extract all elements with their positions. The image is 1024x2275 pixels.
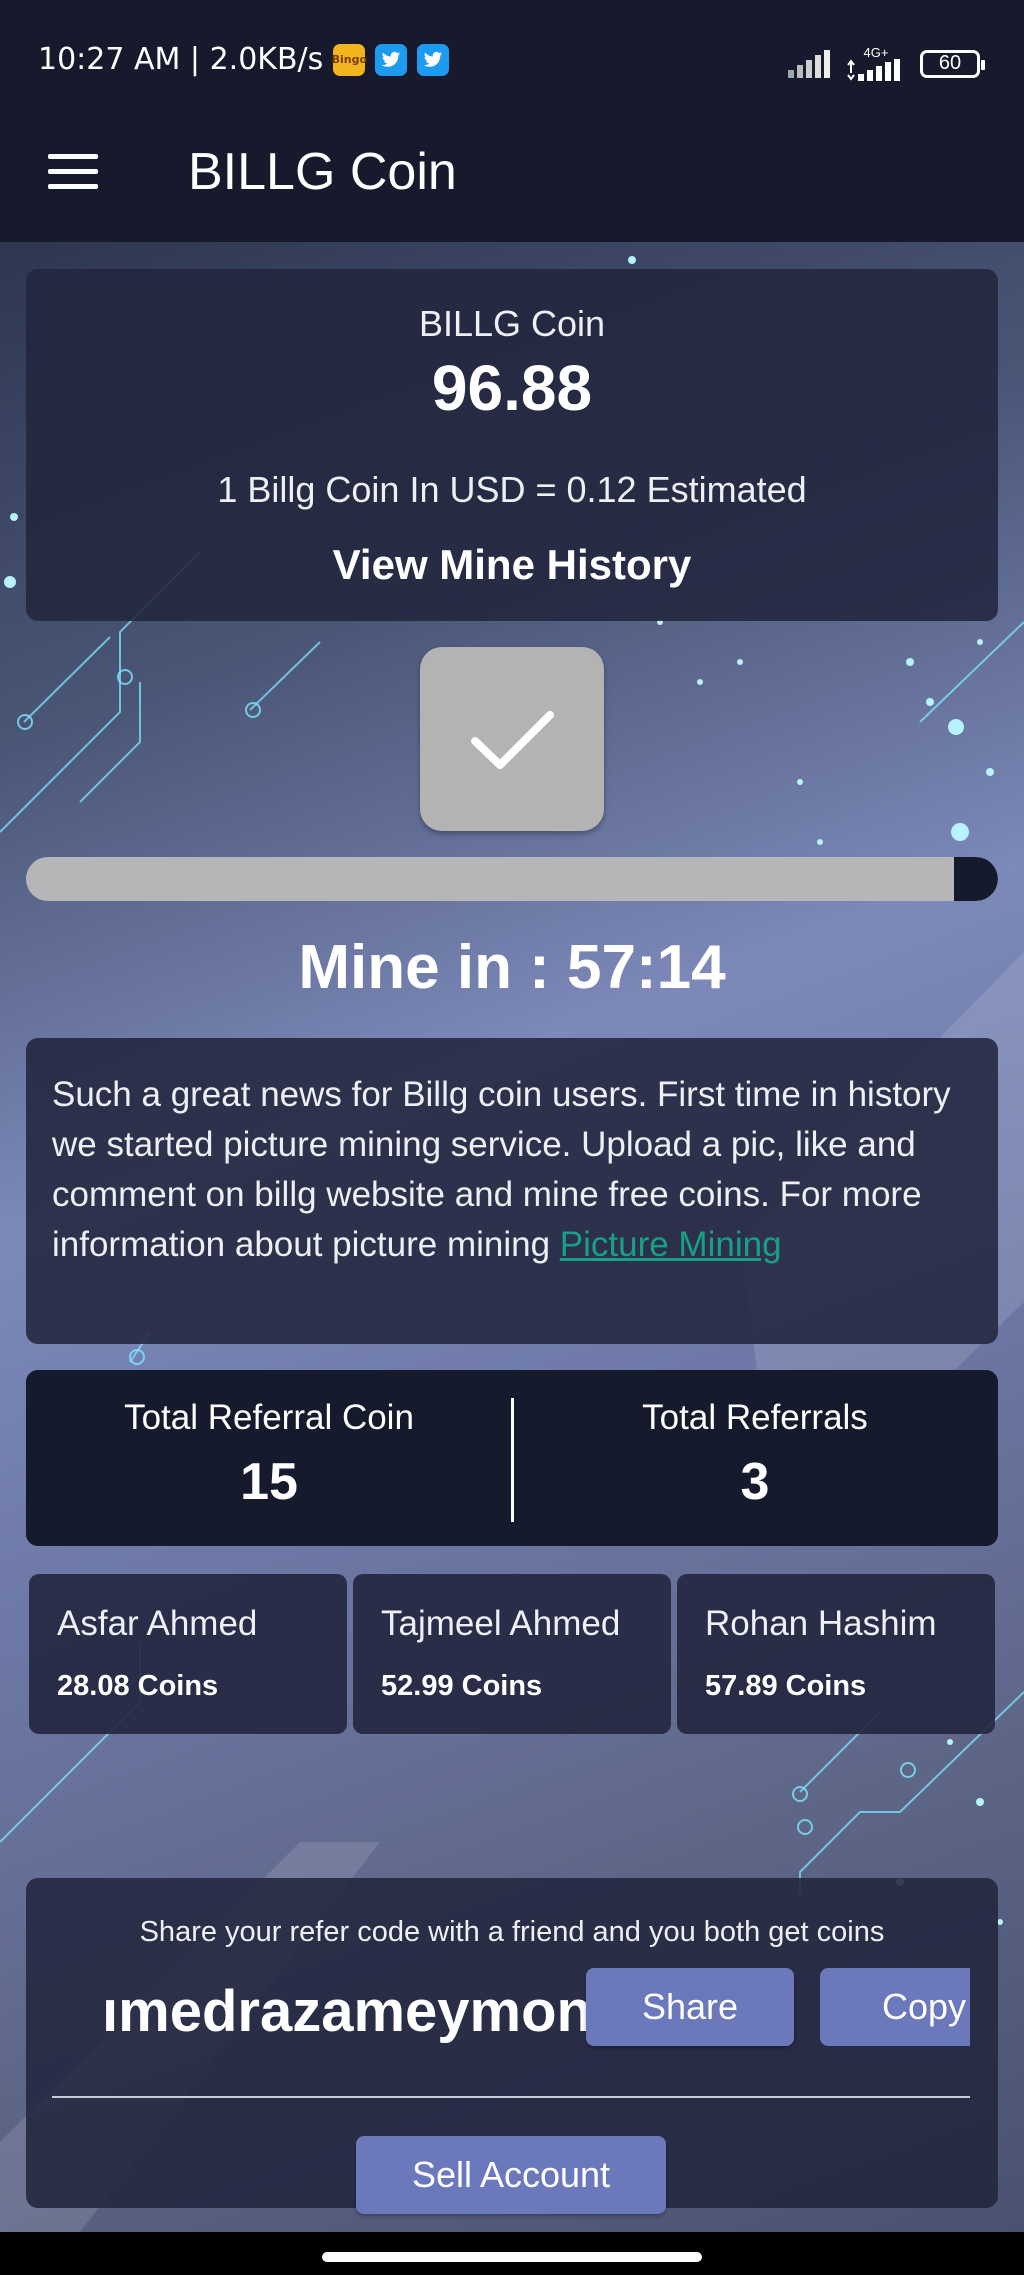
user-name: Asfar Ahmed bbox=[57, 1604, 258, 1643]
mine-progress-bar bbox=[26, 857, 998, 901]
referral-count-label: Total Referrals bbox=[642, 1398, 868, 1437]
bingo-icon-label: Bingo bbox=[331, 53, 367, 66]
battery-level: 60 bbox=[938, 52, 962, 74]
referral-coin-label: Total Referral Coin bbox=[124, 1398, 414, 1437]
checkmark-icon bbox=[471, 711, 554, 769]
status-right: 4G+ 60 bbox=[788, 46, 985, 81]
referral-coin-column: Total Referral Coin 15 bbox=[26, 1370, 512, 1546]
balance-card: BILLG Coin 96.88 1 Billg Coin In USD = 0… bbox=[26, 269, 998, 621]
referral-user-card[interactable]: Rohan Hashim 57.89 Coins bbox=[677, 1574, 995, 1734]
battery-icon: 60 bbox=[920, 49, 985, 78]
mine-timer: Mine in : 57:14 bbox=[298, 933, 726, 1002]
view-mine-history-link[interactable]: View Mine History bbox=[26, 541, 998, 589]
news-card: Such a great news for Billg coin users. … bbox=[26, 1038, 998, 1344]
network-label: 4G+ bbox=[863, 45, 889, 60]
copy-button[interactable]: Copy bbox=[820, 1968, 970, 2046]
refer-code: ımedrazameymon bbox=[102, 1979, 592, 2044]
system-nav-bar bbox=[0, 2232, 1024, 2275]
status-left: 10:27 AM | 2.0KB/s Bingo bbox=[38, 42, 450, 77]
copy-button-clip: Copy bbox=[820, 1968, 970, 2046]
signal-icon bbox=[788, 49, 830, 78]
share-button[interactable]: Share bbox=[586, 1968, 794, 2046]
news-text: Such a great news for Billg coin users. … bbox=[52, 1075, 951, 1264]
share-card: Share your refer code with a friend and … bbox=[26, 1878, 998, 2214]
user-name: Rohan Hashim bbox=[705, 1604, 937, 1643]
balance-title: BILLG Coin bbox=[418, 303, 606, 344]
picture-mining-link[interactable]: Picture Mining bbox=[560, 1225, 782, 1264]
app-bar: BILLG Coin bbox=[0, 120, 1024, 242]
hamburger-menu-icon[interactable] bbox=[48, 154, 98, 190]
user-coins: 28.08 Coins bbox=[57, 1670, 219, 1702]
twitter-icon bbox=[417, 43, 450, 76]
user-name: Tajmeel Ahmed bbox=[381, 1604, 621, 1643]
referral-user-card[interactable]: Tajmeel Ahmed 52.99 Coins bbox=[353, 1574, 671, 1734]
app-title: BILLG Coin bbox=[188, 143, 457, 201]
referral-summary-card: Total Referral Coin 15 Total Referrals 3 bbox=[26, 1370, 998, 1546]
share-divider bbox=[52, 2096, 970, 2098]
bingo-icon: Bingo bbox=[331, 43, 367, 76]
user-coins: 57.89 Coins bbox=[705, 1670, 867, 1702]
referral-coin-value: 15 bbox=[240, 1453, 298, 1511]
mine-progress-fill bbox=[954, 857, 998, 901]
home-gesture-handle[interactable] bbox=[322, 2252, 702, 2262]
referral-count-column: Total Referrals 3 bbox=[512, 1370, 998, 1546]
signal-4g-icon: 4G+ bbox=[846, 46, 906, 81]
sell-account-button[interactable]: Sell Account bbox=[356, 2136, 666, 2214]
balance-value: 96.88 bbox=[431, 352, 593, 424]
share-instructions: Share your refer code with a friend and … bbox=[139, 1916, 885, 1948]
mine-button[interactable] bbox=[420, 647, 604, 831]
twitter-icon bbox=[375, 43, 408, 76]
referral-count-value: 3 bbox=[740, 1453, 770, 1511]
main-content[interactable]: BILLG Coin 96.88 1 Billg Coin In USD = 0… bbox=[0, 242, 1024, 2232]
refer-code-field[interactable]: ımedrazameymon bbox=[52, 1960, 592, 2060]
time-speed-text: 10:27 AM | 2.0KB/s bbox=[38, 42, 324, 77]
usd-rate-text: 1 Billg Coin In USD = 0.12 Estimated bbox=[217, 469, 807, 510]
status-bar: 10:27 AM | 2.0KB/s Bingo 4G+ 60 bbox=[0, 0, 1024, 120]
referral-user-card[interactable]: Asfar Ahmed 28.08 Coins bbox=[29, 1574, 347, 1734]
user-coins: 52.99 Coins bbox=[381, 1670, 543, 1702]
